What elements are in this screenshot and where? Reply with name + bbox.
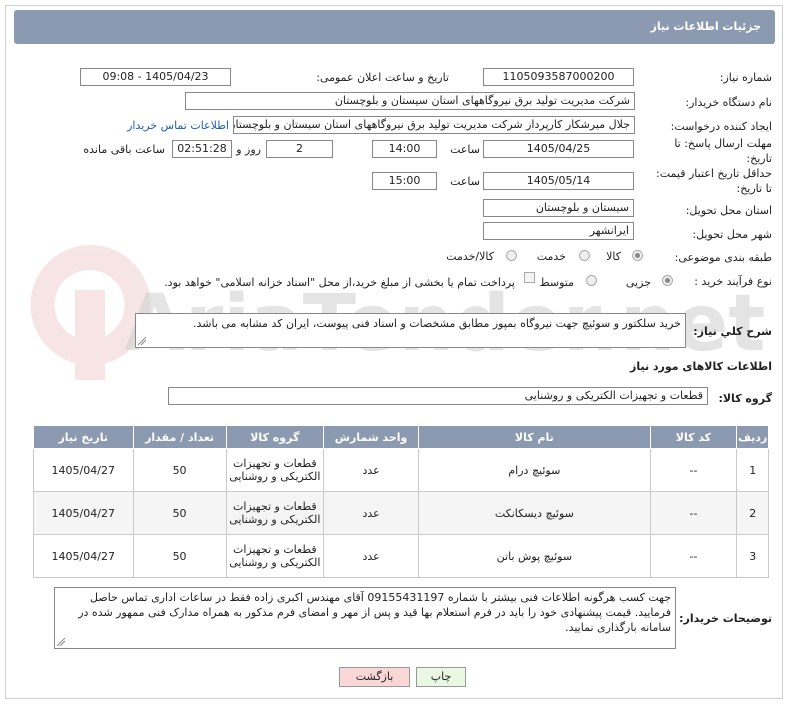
deadline-date-field: 1405/04/25: [483, 140, 634, 158]
category-radio-goods-service[interactable]: [506, 250, 517, 261]
goods-table-header: ردیف کد کالا نام کالا واحد شمارش گروه کا…: [33, 425, 769, 449]
creator-label: ایجاد کننده درخواست:: [670, 120, 772, 133]
process-radio-medium[interactable]: [586, 275, 597, 286]
buyer-notes-text: جهت کسب هرگونه اطلاعات فنی بیشتر با شمار…: [78, 591, 671, 634]
process-option-minor: جزیی: [625, 276, 651, 289]
col-header-date: تاریخ نیاز: [33, 425, 134, 449]
process-option-medium: متوسط: [539, 276, 574, 289]
description-text: خرید سلکتور و سوئیچ جهت نیروگاه بمپور مط…: [192, 317, 681, 330]
cell-qty: 50: [132, 448, 227, 492]
remaining-time-field: 02:51:28: [172, 140, 232, 158]
announce-field: 1405/04/23 - 09:08: [80, 68, 231, 86]
cell-qty: 50: [132, 491, 227, 535]
goods-group-label: گروه کالا:: [718, 392, 772, 405]
buyer-contact-link[interactable]: اطلاعات تماس خریدار: [127, 119, 229, 132]
col-header-group: گروه کالا: [225, 425, 324, 449]
need-number-label: شماره نیاز:: [719, 71, 772, 84]
category-option-goods: کالا: [606, 250, 621, 263]
province-field: سیستان و بلوچستان: [483, 199, 634, 217]
cell-code: --: [649, 534, 738, 578]
deadline-label-date: تاریخ:: [746, 152, 772, 165]
process-label: نوع فرآیند خرید :: [694, 275, 772, 288]
cell-unit: عدد: [322, 448, 420, 492]
table-row: 3 -- سوئیچ پوش باتن عدد قطعات و تجهیزات …: [33, 534, 769, 578]
category-option-service: خدمت: [536, 250, 566, 263]
goods-group-field: قطعات و تجهیزات الکتریکی و روشنایی: [168, 387, 708, 405]
col-header-unit: واحد شمارش: [322, 425, 420, 449]
cell-code: --: [649, 448, 738, 492]
validity-label-date: تا تاریخ:: [736, 182, 772, 195]
category-radio-service[interactable]: [579, 250, 590, 261]
resize-grip-icon: [57, 638, 65, 646]
remaining-label: ساعت باقی مانده: [83, 143, 165, 156]
cell-unit: عدد: [322, 534, 420, 578]
col-header-qty: تعداد / مقدار: [132, 425, 227, 449]
goods-section-title: اطلاعات کالاهای مورد نیاز: [630, 360, 772, 373]
validity-date-field: 1405/05/14: [483, 172, 634, 190]
description-label: شرح کلي نياز:: [693, 325, 772, 338]
buyer-notes-label: توضیحات خریدار:: [679, 612, 772, 625]
validity-time-field: 15:00: [372, 172, 437, 190]
page-title: جزئیات اطلاعات نیاز: [650, 20, 762, 33]
buyer-org-label: نام دستگاه خریدار:: [685, 96, 772, 109]
deadline-label: مهلت ارسال پاسخ: تا: [674, 137, 772, 150]
col-header-row: ردیف: [736, 425, 769, 449]
payment-treasury-checkbox[interactable]: [524, 272, 535, 283]
cell-group: قطعات و تجهیزات الکتریکی و روشنایی: [225, 448, 324, 492]
deadline-time-field: 14:00: [372, 140, 437, 158]
table-row: 1 -- سوئیچ درام عدد قطعات و تجهیزات الکت…: [33, 448, 769, 492]
cell-group: قطعات و تجهیزات الکتریکی و روشنایی: [225, 534, 324, 578]
category-label: طبقه بندی موضوعی:: [674, 251, 772, 264]
payment-note: پرداخت تمام یا بخشی از مبلغ خرید،از محل …: [164, 276, 515, 289]
validity-label: حداقل تاریخ اعتبار قیمت:: [656, 167, 772, 180]
creator-field: جلال میرشکار کارپرداز شرکت مدیریت تولید …: [233, 116, 635, 134]
validity-time-label: ساعت: [450, 175, 480, 188]
cell-group: قطعات و تجهیزات الکتریکی و روشنایی: [225, 491, 324, 535]
resize-grip-icon: [138, 337, 146, 345]
deadline-time-label: ساعت: [450, 143, 480, 156]
cell-date: 1405/04/27: [33, 491, 134, 535]
goods-table: ردیف کد کالا نام کالا واحد شمارش گروه کا…: [33, 425, 769, 578]
col-header-name: نام کالا: [418, 425, 651, 449]
cell-row: 2: [736, 491, 769, 535]
cell-row: 1: [736, 448, 769, 492]
cell-date: 1405/04/27: [33, 534, 134, 578]
col-header-code: کد کالا: [649, 425, 738, 449]
category-radio-goods[interactable]: [632, 250, 643, 261]
print-button[interactable]: چاپ: [416, 667, 466, 687]
cell-row: 3: [736, 534, 769, 578]
table-row: 2 -- سوئیچ دیسکانکت عدد قطعات و تجهیزات …: [33, 491, 769, 535]
cell-code: --: [649, 491, 738, 535]
cell-name: سوئیچ دیسکانکت: [418, 491, 651, 535]
cell-date: 1405/04/27: [33, 448, 134, 492]
cell-name: سوئیچ پوش باتن: [418, 534, 651, 578]
province-label: استان محل تحویل:: [685, 204, 772, 217]
city-field: ایرانشهر: [483, 222, 634, 240]
process-radio-minor[interactable]: [662, 275, 673, 286]
back-button[interactable]: بازگشت: [339, 667, 410, 687]
city-label: شهر محل تحویل:: [692, 228, 772, 241]
days-field: 2: [266, 140, 333, 158]
description-textarea[interactable]: خرید سلکتور و سوئیچ جهت نیروگاه بمپور مط…: [135, 313, 686, 348]
category-option-goods-service: کالا/خدمت: [446, 250, 494, 263]
cell-unit: عدد: [322, 491, 420, 535]
page-header: جزئیات اطلاعات نیاز: [14, 10, 775, 44]
need-number-field: 1105093587000200: [483, 68, 634, 86]
cell-qty: 50: [132, 534, 227, 578]
days-label: روز و: [236, 143, 261, 156]
buyer-notes-textarea[interactable]: جهت کسب هرگونه اطلاعات فنی بیشتر با شمار…: [54, 587, 676, 649]
buyer-org-field: شرکت مدیریت تولید برق نیروگاههای استان س…: [185, 92, 635, 110]
announce-label: تاریخ و ساعت اعلان عمومی:: [316, 71, 449, 84]
cell-name: سوئیچ درام: [418, 448, 651, 492]
